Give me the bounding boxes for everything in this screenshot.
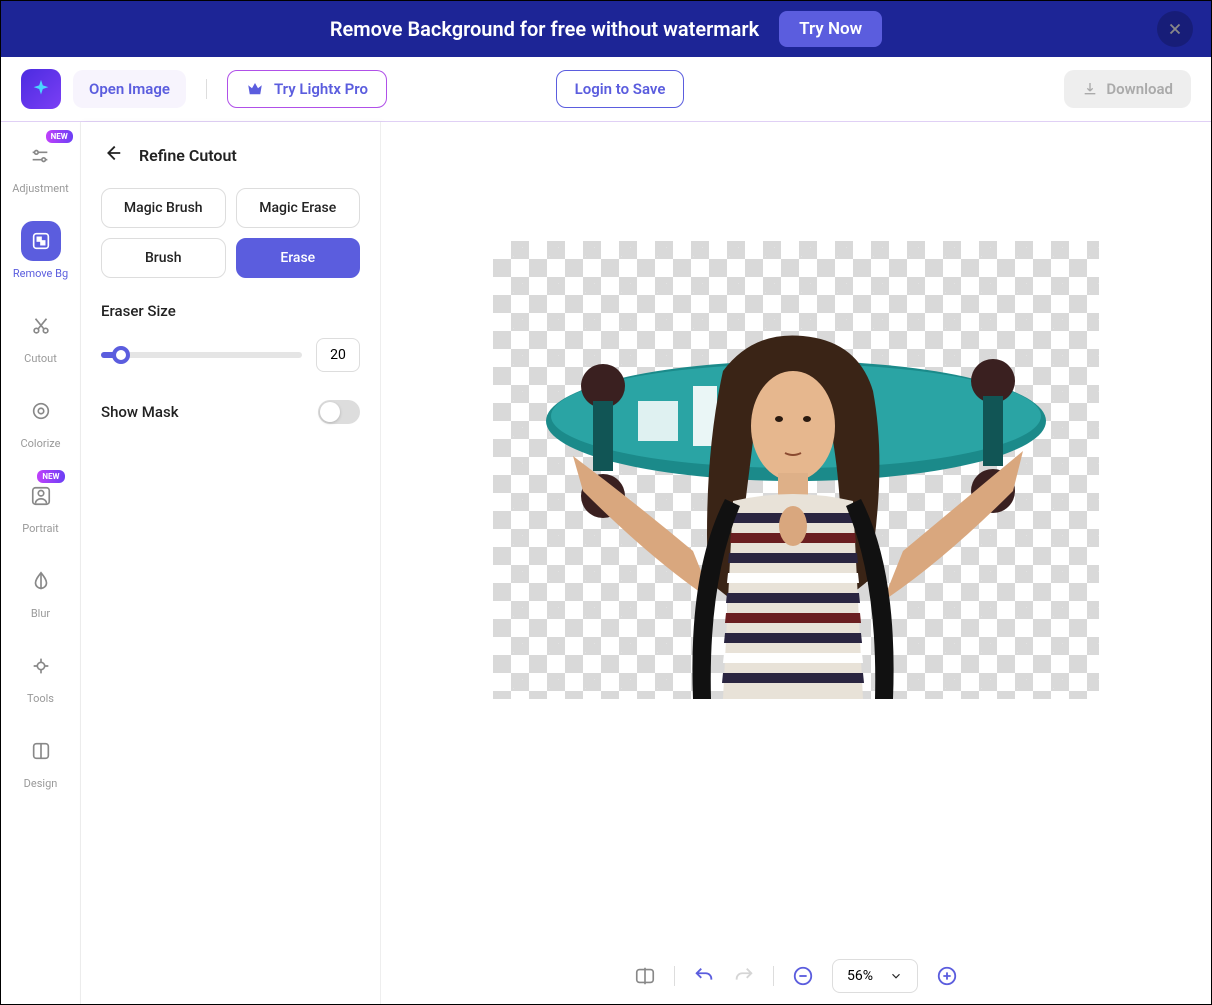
undo-icon <box>693 965 715 987</box>
zoom-select[interactable]: 56% <box>832 959 918 993</box>
rail-label: Cutout <box>24 352 57 365</box>
try-pro-button[interactable]: Try Lightx Pro <box>227 70 387 108</box>
download-icon <box>1082 81 1098 97</box>
compare-button[interactable] <box>634 965 656 987</box>
app-logo[interactable] <box>21 69 61 109</box>
colorize-icon <box>30 400 52 422</box>
topbar: Open Image Try Lightx Pro Login to Save … <box>1 57 1211 122</box>
try-now-button[interactable]: Try Now <box>779 11 882 47</box>
rail-label: Portrait <box>22 522 59 535</box>
download-button[interactable]: Download <box>1064 70 1191 108</box>
rail-label: Adjustment <box>12 182 69 195</box>
close-icon <box>1166 20 1184 38</box>
rail-item-tools[interactable]: Tools <box>21 646 61 705</box>
back-button[interactable] <box>101 142 123 168</box>
rail-item-cutout[interactable]: Cutout <box>21 306 61 365</box>
main-area: NEW Adjustment Remove Bg Cutout Colorize… <box>1 122 1211 1004</box>
divider <box>206 79 207 99</box>
redo-icon <box>733 965 755 987</box>
tool-rail: NEW Adjustment Remove Bg Cutout Colorize… <box>1 122 81 1004</box>
rail-item-remove-bg[interactable]: Remove Bg <box>13 221 68 280</box>
rail-label: Design <box>24 777 58 790</box>
scissors-icon <box>30 315 52 337</box>
rail-item-design[interactable]: Design <box>21 731 61 790</box>
rail-item-adjustment[interactable]: NEW Adjustment <box>12 136 69 195</box>
tool-brush[interactable]: Brush <box>101 238 226 278</box>
zoom-in-button[interactable] <box>936 965 958 987</box>
zoom-out-icon <box>792 965 814 987</box>
panel-title: Refine Cutout <box>139 146 237 165</box>
close-banner-button[interactable] <box>1157 11 1193 47</box>
tool-erase[interactable]: Erase <box>236 238 361 278</box>
undo-button[interactable] <box>693 965 715 987</box>
sparkle-icon <box>30 78 52 100</box>
login-to-save-button[interactable]: Login to Save <box>556 70 685 108</box>
settings-panel: Refine Cutout Magic Brush Magic Erase Br… <box>81 122 381 1004</box>
portrait-icon <box>30 485 52 507</box>
eraser-size-label: Eraser Size <box>101 302 360 320</box>
zoom-out-button[interactable] <box>792 965 814 987</box>
rail-label: Blur <box>31 607 50 620</box>
chevron-down-icon <box>889 969 903 983</box>
try-pro-label: Try Lightx Pro <box>274 80 368 98</box>
rail-label: Tools <box>27 692 54 705</box>
arrow-left-icon <box>101 142 123 164</box>
design-icon <box>30 740 52 762</box>
blur-icon <box>30 570 52 592</box>
show-mask-toggle[interactable] <box>318 400 360 424</box>
eraser-size-value[interactable]: 20 <box>316 338 360 372</box>
remove-bg-icon <box>30 230 52 252</box>
zoom-in-icon <box>936 965 958 987</box>
rail-item-portrait[interactable]: NEW Portrait <box>21 476 61 535</box>
adjustment-icon <box>29 145 51 167</box>
show-mask-label: Show Mask <box>101 403 179 421</box>
cutout-subject <box>493 241 1099 699</box>
canvas[interactable] <box>493 241 1099 699</box>
tool-magic-brush[interactable]: Magic Brush <box>101 188 226 228</box>
tools-icon <box>30 655 52 677</box>
rail-label: Remove Bg <box>13 267 68 280</box>
rail-item-colorize[interactable]: Colorize <box>21 391 61 450</box>
eraser-size-slider[interactable] <box>101 352 302 358</box>
promo-banner: Remove Background for free without water… <box>1 1 1211 57</box>
toggle-thumb <box>320 402 340 422</box>
download-label: Download <box>1106 80 1173 98</box>
zoom-value: 56% <box>847 968 873 984</box>
open-image-button[interactable]: Open Image <box>73 70 186 108</box>
banner-text: Remove Background for free without water… <box>330 17 759 41</box>
rail-item-blur[interactable]: Blur <box>21 561 61 620</box>
slider-thumb[interactable] <box>112 346 130 364</box>
compare-icon <box>634 965 656 987</box>
tool-magic-erase[interactable]: Magic Erase <box>236 188 361 228</box>
pro-icon <box>246 80 264 98</box>
new-badge: NEW <box>46 130 73 143</box>
bottom-toolbar: 56% <box>381 948 1211 1004</box>
rail-label: Colorize <box>21 437 61 450</box>
redo-button[interactable] <box>733 965 755 987</box>
canvas-area: 56% <box>381 122 1211 1004</box>
new-badge: NEW <box>37 470 64 483</box>
